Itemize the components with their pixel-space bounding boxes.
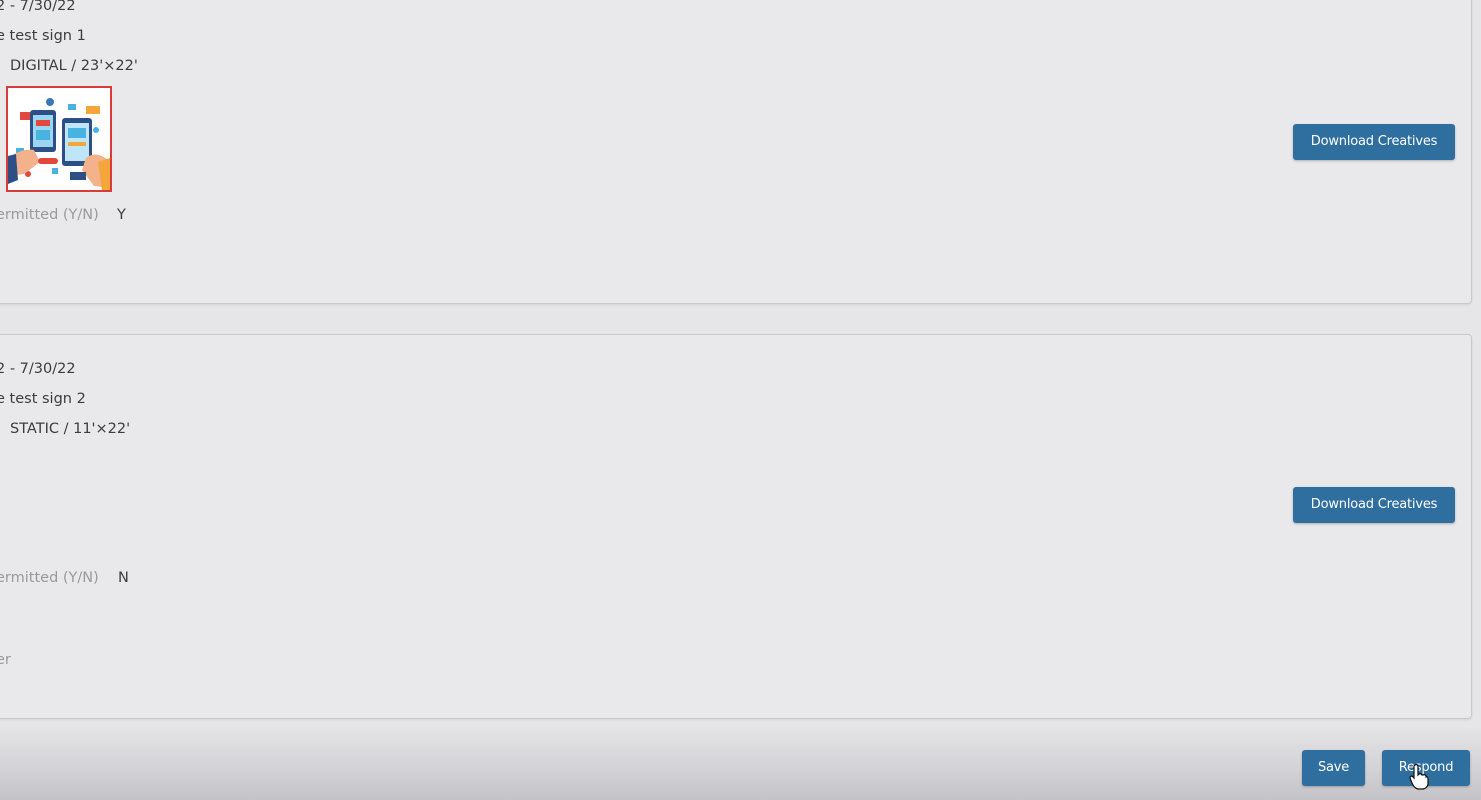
sign-name: e test sign 2 [0,391,86,407]
download-creatives-button[interactable]: Download Creatives [1293,124,1455,160]
sign-card-2 [0,334,1472,719]
field-label-fragment: er [0,652,11,668]
download-creatives-button[interactable]: Download Creatives [1293,487,1455,523]
permitted-label: ermitted (Y/N) [0,570,99,586]
field-label-fragment: | [0,237,1,253]
phones-illustration-icon [8,88,110,190]
sign-card-1 [0,0,1472,304]
sign-name: e test sign 1 [0,28,86,44]
permitted-value: Y [117,207,126,223]
field-label-fragment: | [0,600,1,616]
permitted-value: N [118,570,129,586]
sign-dates: 2 - 7/30/22 [0,0,76,14]
permitted-label: ermitted (Y/N) [0,207,99,223]
creative-thumbnail[interactable] [6,86,112,192]
save-button[interactable]: Save [1302,750,1365,786]
action-footer [0,728,1481,800]
sign-dates: 2 - 7/30/22 [0,361,76,377]
sign-type-size: STATIC / 11'×22' [10,421,131,437]
page: 2 - 7/30/22 e test sign 1 DIGITAL / 23'×… [0,0,1481,800]
hand-pointer-icon [1409,764,1429,790]
sign-type-size: DIGITAL / 23'×22' [10,58,138,74]
